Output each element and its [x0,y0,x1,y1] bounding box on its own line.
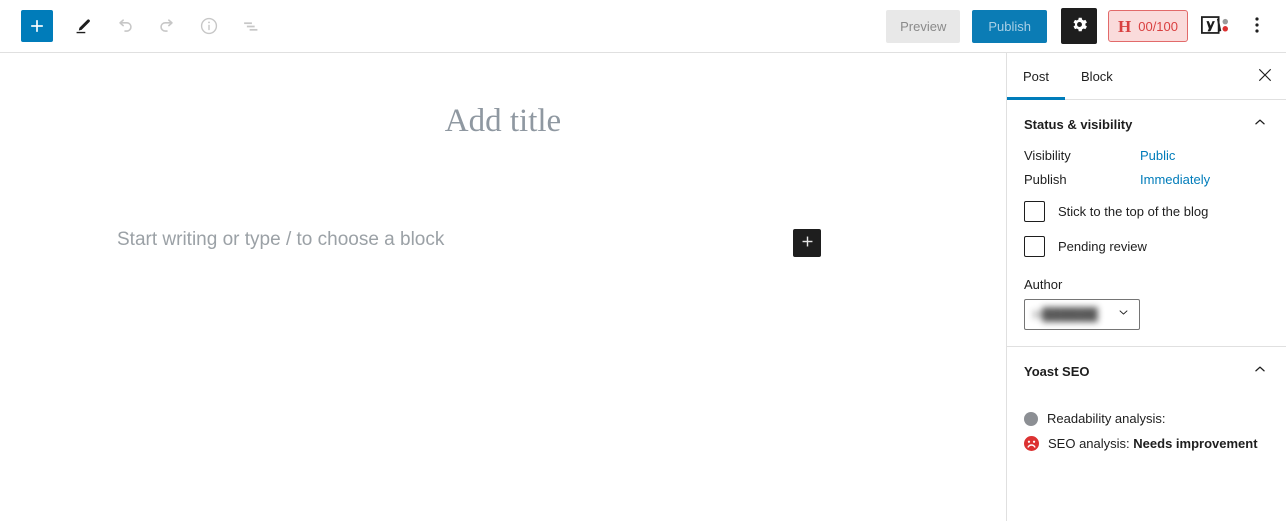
pending-review-label: Pending review [1058,239,1147,254]
yoast-seo-button[interactable] [1197,8,1235,44]
plus-icon [27,16,47,36]
inline-add-block-button[interactable] [793,229,821,257]
status-visibility-title: Status & visibility [1024,116,1133,132]
gear-icon [1070,15,1089,37]
readability-analysis-label: Readability analysis: [1047,411,1166,426]
hemingway-h-letter: H [1118,16,1132,36]
status-visibility-panel-body: Visibility Public Publish Immediately St… [1024,148,1269,346]
tab-post[interactable]: Post [1007,53,1066,100]
publish-date-label: Publish [1024,172,1067,187]
readability-status-icon [1024,411,1038,426]
add-block-button[interactable] [21,10,53,42]
chevron-up-icon [1251,360,1269,383]
hemingway-readability-badge[interactable]: H 00/100 [1108,10,1188,42]
info-circle-icon [198,15,220,37]
header-left-tools [0,8,269,44]
yoast-logo-icon [1201,14,1231,39]
yoast-seo-title: Yoast SEO [1024,363,1090,379]
status-visibility-panel-header[interactable]: Status & visibility [1024,100,1269,148]
settings-button[interactable] [1061,8,1097,44]
redo-button[interactable] [149,8,185,44]
block-body-input[interactable]: Start writing or type / to choose a bloc… [117,229,444,251]
pending-review-checkbox[interactable] [1024,236,1045,257]
seo-analysis-value: Needs improvement [1133,436,1258,451]
chevron-up-icon [1251,113,1269,136]
tab-block[interactable]: Block [1065,53,1129,99]
readability-analysis-row[interactable]: Readability analysis: [1024,411,1269,426]
visibility-row: Visibility Public [1024,148,1269,163]
header-right-actions: Preview Publish H 00/100 [886,8,1286,44]
visibility-value-button[interactable]: Public [1140,148,1175,163]
hemingway-score: 00/100 [1138,18,1178,34]
author-select[interactable]: H██████ [1024,299,1140,330]
status-visibility-panel: Status & visibility Visibility Public Pu… [1007,100,1286,347]
more-options-button[interactable] [1242,8,1272,44]
redo-icon [156,15,178,37]
preview-button[interactable]: Preview [886,9,961,43]
list-view-button[interactable] [233,8,269,44]
yoast-seo-panel: Yoast SEO Readability analysis: SEO anal… [1007,347,1286,467]
pending-review-row[interactable]: Pending review [1024,236,1269,257]
publish-date-value-button[interactable]: Immediately [1140,172,1210,187]
plus-icon [799,233,816,253]
editor-header: Preview Publish H 00/100 [0,0,1286,53]
sticky-post-checkbox[interactable] [1024,201,1045,222]
yoast-seo-panel-body: Readability analysis: SEO analysis: Need… [1024,395,1269,467]
seo-frown-face-icon [1024,436,1039,451]
undo-button[interactable] [107,8,143,44]
chevron-down-icon [1116,305,1131,325]
post-title-input[interactable]: Add title [0,103,1006,140]
kebab-menu-icon [1254,15,1260,38]
tools-pencil-button[interactable] [65,8,101,44]
visibility-label: Visibility [1024,148,1071,163]
seo-analysis-label: SEO analysis: [1048,436,1130,451]
list-view-icon [240,15,262,37]
seo-analysis-text: SEO analysis: Needs improvement [1048,436,1258,451]
details-info-button[interactable] [191,8,227,44]
sticky-post-label: Stick to the top of the blog [1058,204,1209,219]
editor-canvas: Add title Start writing or type / to cho… [0,53,1007,521]
pencil-icon [72,15,94,37]
sidebar-tab-bar: Post Block [1007,53,1286,100]
publish-button[interactable]: Publish [972,9,1047,43]
sticky-post-row[interactable]: Stick to the top of the blog [1024,201,1269,222]
yoast-seo-panel-header[interactable]: Yoast SEO [1024,347,1269,395]
author-selected-value: H██████ [1033,307,1098,322]
seo-analysis-row[interactable]: SEO analysis: Needs improvement [1024,436,1269,451]
author-label: Author [1024,277,1063,292]
settings-sidebar: Post Block Status & visibility Visibilit… [1007,53,1286,521]
close-sidebar-button[interactable] [1244,53,1286,99]
publish-date-row: Publish Immediately [1024,172,1269,187]
close-icon [1257,67,1273,86]
undo-icon [114,15,136,37]
